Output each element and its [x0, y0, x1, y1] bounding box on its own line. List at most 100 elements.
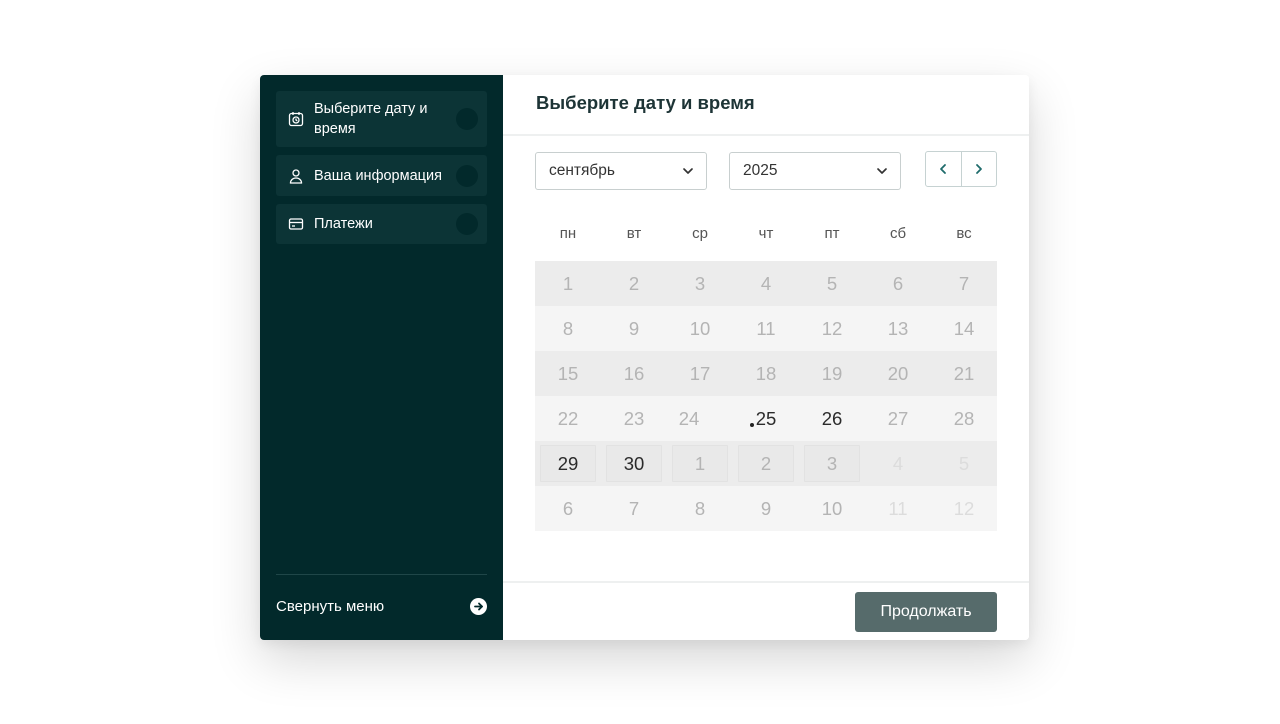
calendar-day: 28: [931, 396, 997, 441]
weekday-label: сб: [889, 225, 907, 242]
main-panel: Выберите дату и время сентябрь 2025 пн в…: [503, 75, 1029, 640]
month-select[interactable]: сентябрь: [535, 152, 707, 190]
weekday-label: пт: [824, 225, 840, 242]
calendar-day-number: 16: [623, 362, 645, 384]
calendar-day-number: 1: [562, 272, 574, 294]
continue-button[interactable]: Продолжать: [855, 592, 997, 632]
calendar-day-number: 26: [821, 407, 843, 429]
calendar-day: 4: [733, 261, 799, 306]
calendar-clock-icon: [288, 111, 304, 127]
calendar-day-number: 23: [623, 407, 645, 429]
sidebar-step-label: Выберите дату и время: [314, 101, 428, 137]
calendar-day: 11: [733, 306, 799, 351]
calendar-day: 19: [799, 351, 865, 396]
calendar-day-number: 17: [689, 362, 711, 384]
weekday-label: ср: [692, 225, 708, 242]
calendar-day-number: 3: [826, 452, 838, 474]
chevron-down-icon: [877, 168, 887, 174]
calendar-day-available[interactable]: 29: [535, 441, 601, 486]
calendar-day-number: 9: [628, 317, 640, 339]
sidebar-step-label: Ваша информация: [314, 167, 442, 184]
weekday-header: пн вт ср чт пт сб вс: [535, 225, 997, 242]
calendar-day: 18: [733, 351, 799, 396]
booking-modal: Выберите дату и время Ваша информация Пл…: [260, 75, 1029, 640]
sidebar-step-label: Платежи: [314, 216, 373, 232]
calendar-day-number: 8: [694, 497, 706, 519]
calendar-day-number: 6: [892, 272, 904, 294]
calendar-day: 10: [667, 306, 733, 351]
calendar-day: 12: [931, 486, 997, 531]
calendar-day: 6: [865, 261, 931, 306]
calendar-day-number: 10: [689, 317, 711, 339]
step-status-indicator: [456, 213, 478, 235]
calendar-day-number: 22: [557, 407, 579, 429]
calendar-day: 6: [535, 486, 601, 531]
calendar-day-number: 12: [953, 497, 975, 519]
calendar-grid: 1 2 3 4 5 6 7 8 9 10 11 12 13 14 15 16 17 18 19 20 21 22 23 24 2…: [535, 261, 997, 531]
calendar-day-number: 2: [760, 452, 772, 474]
calendar-day-available[interactable]: 26: [799, 396, 865, 441]
month-select-value: сентябрь: [549, 162, 615, 179]
calendar-day-number: 19: [821, 362, 843, 384]
calendar-week-row: 8 9 10 11 12 13 14: [535, 306, 997, 351]
calendar-week-row: 15 16 17 18 19 20 21: [535, 351, 997, 396]
calendar-day-number: 1: [694, 452, 706, 474]
sidebar-step-payments[interactable]: Платежи: [276, 204, 487, 244]
calendar-week-row: 22 23 24 25 26 27 28: [535, 396, 997, 441]
step-status-indicator: [456, 164, 478, 187]
next-month-button[interactable]: [960, 152, 997, 186]
calendar-day: 24: [667, 396, 755, 441]
calendar-week-row: 29 30 1 2 3 4 5: [535, 441, 997, 486]
calendar-day-number: 10: [821, 497, 843, 519]
chevron-right-icon: [975, 164, 982, 174]
calendar-day-number: 4: [892, 452, 904, 474]
calendar-day: 27: [865, 396, 931, 441]
calendar-week-row: 6 7 8 9 10 11 12: [535, 486, 997, 531]
prev-month-button[interactable]: [926, 152, 961, 186]
calendar-day: 1: [667, 441, 733, 486]
calendar-day-number: 5: [826, 272, 838, 294]
calendar-day-number: 18: [755, 362, 777, 384]
calendar-day-available[interactable]: 25: [733, 396, 799, 441]
chevron-down-icon: [683, 168, 693, 174]
calendar-day-number: 5: [958, 452, 970, 474]
calendar-day-number: 4: [760, 272, 772, 294]
collapse-menu-button[interactable]: Свернуть меню: [276, 595, 487, 617]
calendar-day: 2: [601, 261, 667, 306]
calendar-day: 9: [733, 486, 799, 531]
user-icon: [288, 168, 304, 184]
calendar-day: 16: [601, 351, 667, 396]
calendar-day: 22: [535, 396, 601, 441]
calendar-day: 15: [535, 351, 601, 396]
page-title: Выберите дату и время: [536, 92, 755, 113]
calendar-day-available[interactable]: 30: [601, 441, 667, 486]
calendar-day: 10: [799, 486, 865, 531]
calendar-day: 5: [931, 441, 997, 486]
calendar-day: 2: [733, 441, 799, 486]
calendar-day-number: 15: [557, 362, 579, 384]
calendar-day-number: 12: [821, 317, 843, 339]
calendar-day: 5: [799, 261, 865, 306]
calendar-day: 8: [667, 486, 733, 531]
footer-divider: [503, 581, 1029, 583]
calendar-day-number: 7: [628, 497, 640, 519]
year-select[interactable]: 2025: [729, 152, 901, 190]
weekday-label: чт: [758, 225, 774, 242]
year-select-value: 2025: [743, 162, 778, 179]
calendar-day-number: 11: [888, 497, 908, 519]
sidebar: Выберите дату и время Ваша информация Пл…: [260, 75, 503, 640]
calendar-day-number: 30: [623, 452, 645, 474]
sidebar-step-date-time[interactable]: Выберите дату и время: [276, 91, 487, 147]
sidebar-step-your-info[interactable]: Ваша информация: [276, 155, 487, 196]
header-divider: [503, 134, 1029, 136]
arrow-right-circle-icon: [470, 597, 487, 615]
calendar-day-number: 24: [678, 407, 700, 429]
calendar-day-number: 11: [756, 317, 776, 339]
calendar-day: 17: [667, 351, 733, 396]
calendar-day: 20: [865, 351, 931, 396]
calendar-day: 7: [931, 261, 997, 306]
credit-card-icon: [288, 216, 304, 232]
calendar-day: 21: [931, 351, 997, 396]
calendar-day-number: 14: [953, 317, 975, 339]
calendar-day-number: 20: [887, 362, 909, 384]
